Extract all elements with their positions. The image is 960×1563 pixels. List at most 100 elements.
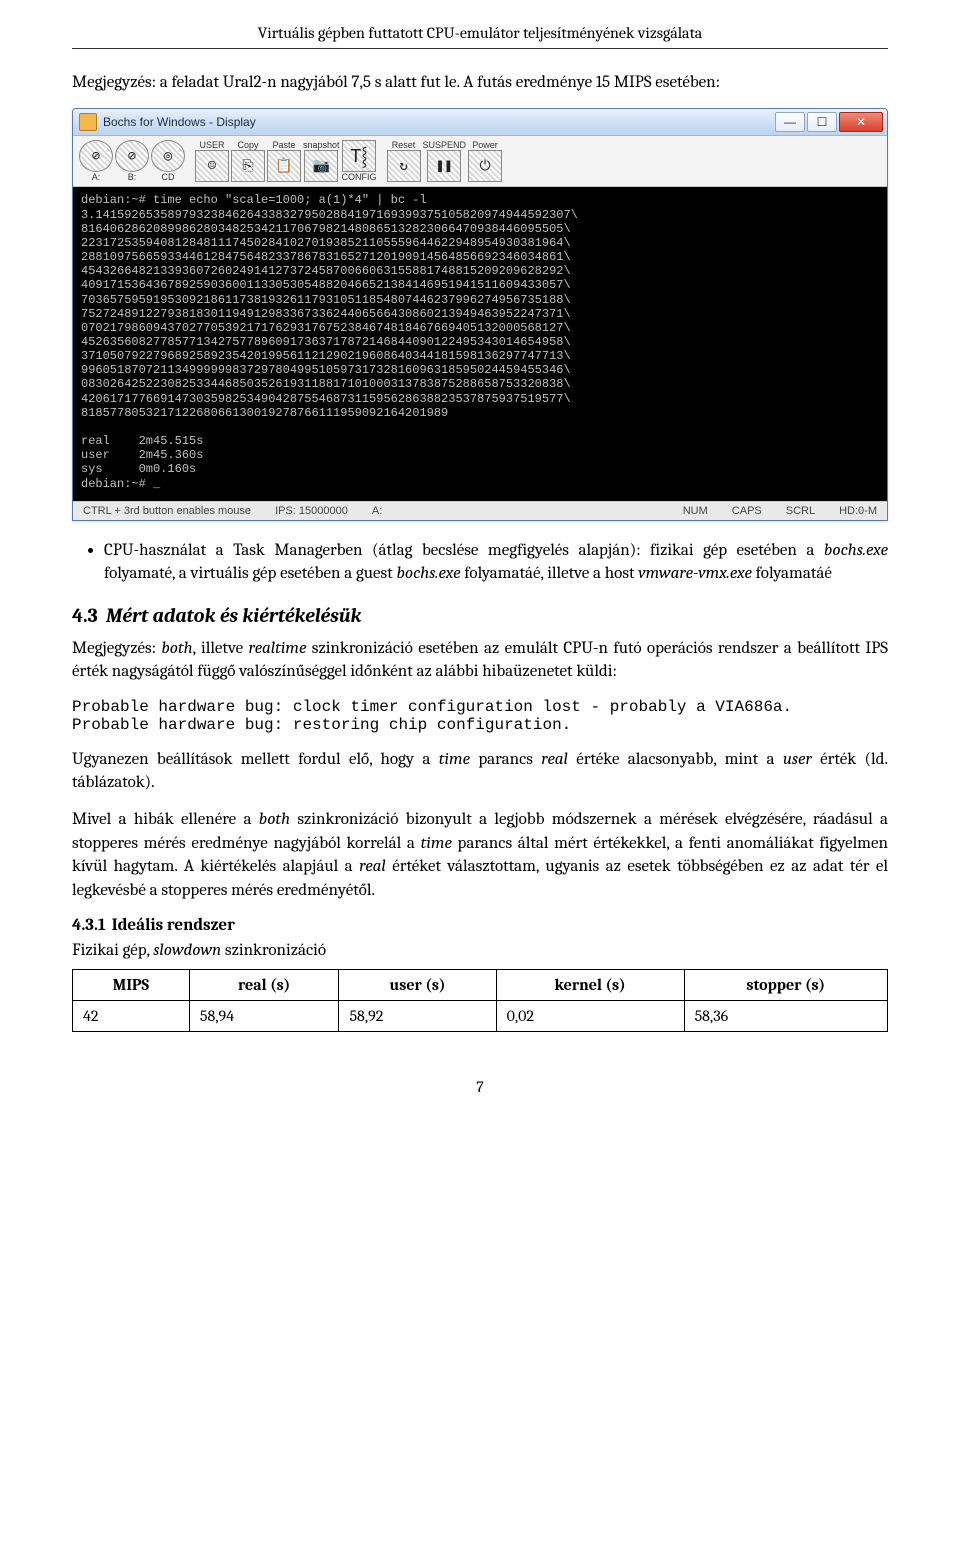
power-button[interactable]: Power ⏻ — [468, 140, 502, 182]
section-4-3-1-heading: 4.3.1 Ideális rendszer — [72, 916, 888, 935]
error-message-code: Probable hardware bug: clock timer confi… — [72, 698, 888, 734]
user-label: USER — [199, 141, 224, 150]
body-italic: time — [421, 834, 452, 853]
sec43-paragraph-1: Megjegyzés: both, illetve realtime szink… — [72, 637, 888, 684]
suspend-button[interactable]: SUSPEND ❚❚ — [423, 140, 467, 182]
bullet-text: folyamaté, a virtuális gép esetében a gu… — [104, 564, 396, 583]
body-italic: real — [541, 750, 568, 769]
cd-icon: ◎ — [151, 140, 185, 172]
window-title: Bochs for Windows - Display — [103, 115, 775, 129]
bullet-italic: bochs.exe — [824, 541, 888, 560]
sec43-paragraph-2: Ugyanezen beállítások mellett fordul elő… — [72, 748, 888, 795]
user-icon: ☺ — [195, 150, 229, 182]
bullet-text: folyamatáé, illetve a host — [461, 564, 639, 583]
sec43-paragraph-3: Mivel a hibák ellenére a both szinkroniz… — [72, 808, 888, 902]
intro-paragraph: Megjegyzés: a feladat Ural2-n nagyjából … — [72, 71, 888, 94]
window-toolbar: ⊘ A: ⊘ B: ◎ CD USER ☺ — [73, 136, 887, 187]
intro-line-a: Megjegyzés: a feladat Ural2-n nagyjából … — [72, 73, 460, 92]
cd-label: CD — [162, 173, 175, 182]
paste-icon: 📋 — [267, 150, 301, 182]
measurement-table: MIPS real (s) user (s) kernel (s) stoppe… — [72, 969, 888, 1032]
body-text: , illetve — [193, 639, 249, 658]
cell-stopper: 58,36 — [684, 1000, 887, 1031]
bullet-italic: vmware-vmx.exe — [638, 564, 752, 583]
sec431-subtitle: Fizikai gép, slowdown szinkronizáció — [72, 939, 888, 962]
col-mips: MIPS — [73, 969, 190, 1000]
reset-label: Reset — [392, 141, 416, 150]
drive-a-button[interactable]: ⊘ A: — [79, 140, 113, 182]
camera-icon: 📷 — [304, 150, 338, 182]
col-stopper: stopper (s) — [684, 969, 887, 1000]
section-4-3-heading: 4.3 Mért adatok és kiértékelésük — [72, 604, 888, 627]
reset-button[interactable]: Reset ↻ — [387, 140, 421, 182]
bullet-italic: bochs.exe — [396, 564, 460, 583]
copy-label: Copy — [237, 141, 258, 150]
col-user: user (s) — [339, 969, 496, 1000]
app-icon — [79, 113, 97, 131]
status-mouse-hint: CTRL + 3rd button enables mouse — [83, 505, 251, 517]
col-kernel: kernel (s) — [496, 969, 684, 1000]
drive-b-button[interactable]: ⊘ B: — [115, 140, 149, 182]
body-italic: real — [359, 857, 386, 876]
body-text: értéke alacsonyabb, mint a — [568, 750, 783, 769]
drive-b-label: B: — [128, 173, 137, 182]
bullet-list: CPU-használat a Task Managerben (átlag b… — [72, 539, 888, 586]
body-text: szinkronizáció — [221, 941, 326, 960]
suspend-label: SUSPEND — [423, 141, 467, 150]
body-text: Fizikai gép, — [72, 941, 153, 960]
subsection-number: 4.3.1 — [72, 916, 106, 935]
paste-button[interactable]: Paste 📋 — [267, 140, 301, 182]
drive-a-label: A: — [92, 173, 101, 182]
maximize-button[interactable]: ☐ — [807, 112, 837, 132]
user-button[interactable]: USER ☺ — [195, 140, 229, 182]
snapshot-label: snapshot — [303, 141, 340, 150]
body-text: Mivel a hibák ellenére a — [72, 810, 259, 829]
body-italic: realtime — [249, 639, 307, 658]
body-text: parancs — [470, 750, 541, 769]
status-scrl: SCRL — [786, 505, 815, 517]
subsection-title: Ideális rendszer — [112, 916, 235, 935]
terminal-output[interactable]: debian:~# time echo "scale=1000; a(1)*4"… — [73, 187, 887, 500]
status-drive-a: A: — [372, 505, 382, 517]
body-italic: slowdown — [153, 941, 221, 960]
table-row: 42 58,94 58,92 0,02 58,36 — [73, 1000, 888, 1031]
power-label: Power — [472, 141, 498, 150]
body-text: Ugyanezen beállítások mellett fordul elő… — [72, 750, 439, 769]
config-label: CONFIG — [342, 173, 377, 182]
copy-icon: ⎘ — [231, 150, 265, 182]
window-titlebar[interactable]: Bochs for Windows - Display — ☐ ✕ — [73, 109, 887, 136]
col-real: real (s) — [189, 969, 339, 1000]
bullet-text: folyamatáé — [752, 564, 832, 583]
bullet-cpu-usage: CPU-használat a Task Managerben (átlag b… — [104, 539, 888, 586]
body-italic: user — [783, 750, 812, 769]
code-line: Probable hardware bug: restoring chip co… — [72, 716, 571, 734]
page-number: 7 — [72, 1078, 888, 1096]
body-text: Megjegyzés: — [72, 639, 161, 658]
section-number: 4.3 — [72, 604, 98, 627]
floppy-icon: ⊘ — [115, 140, 149, 172]
window-statusbar: CTRL + 3rd button enables mouse IPS: 150… — [73, 501, 887, 520]
tools-icon: T⸾ — [342, 140, 376, 172]
status-hd: HD:0-M — [839, 505, 877, 517]
body-italic: both — [161, 639, 192, 658]
config-button[interactable]: T⸾ CONFIG — [342, 140, 377, 182]
bochs-window-screenshot: Bochs for Windows - Display — ☐ ✕ ⊘ A: ⊘… — [72, 108, 888, 520]
bullet-text: CPU-használat a Task Managerben (átlag b… — [104, 541, 824, 560]
copy-button[interactable]: Copy ⎘ — [231, 140, 265, 182]
suspend-icon: ❚❚ — [427, 150, 461, 182]
cell-mips: 42 — [73, 1000, 190, 1031]
minimize-button[interactable]: — — [775, 112, 805, 132]
cd-button[interactable]: ◎ CD — [151, 140, 185, 182]
close-button[interactable]: ✕ — [839, 112, 883, 132]
section-title: Mért adatok és kiértékelésük — [106, 604, 362, 627]
cell-kernel: 0,02 — [496, 1000, 684, 1031]
floppy-icon: ⊘ — [79, 140, 113, 172]
table-header-row: MIPS real (s) user (s) kernel (s) stoppe… — [73, 969, 888, 1000]
intro-line-b: A futás eredménye 15 MIPS esetében: — [463, 73, 720, 92]
body-italic: both — [259, 810, 290, 829]
body-italic: time — [439, 750, 470, 769]
status-caps: CAPS — [732, 505, 762, 517]
status-num: NUM — [683, 505, 708, 517]
snapshot-button[interactable]: snapshot 📷 — [303, 140, 340, 182]
code-line: Probable hardware bug: clock timer confi… — [72, 698, 792, 716]
